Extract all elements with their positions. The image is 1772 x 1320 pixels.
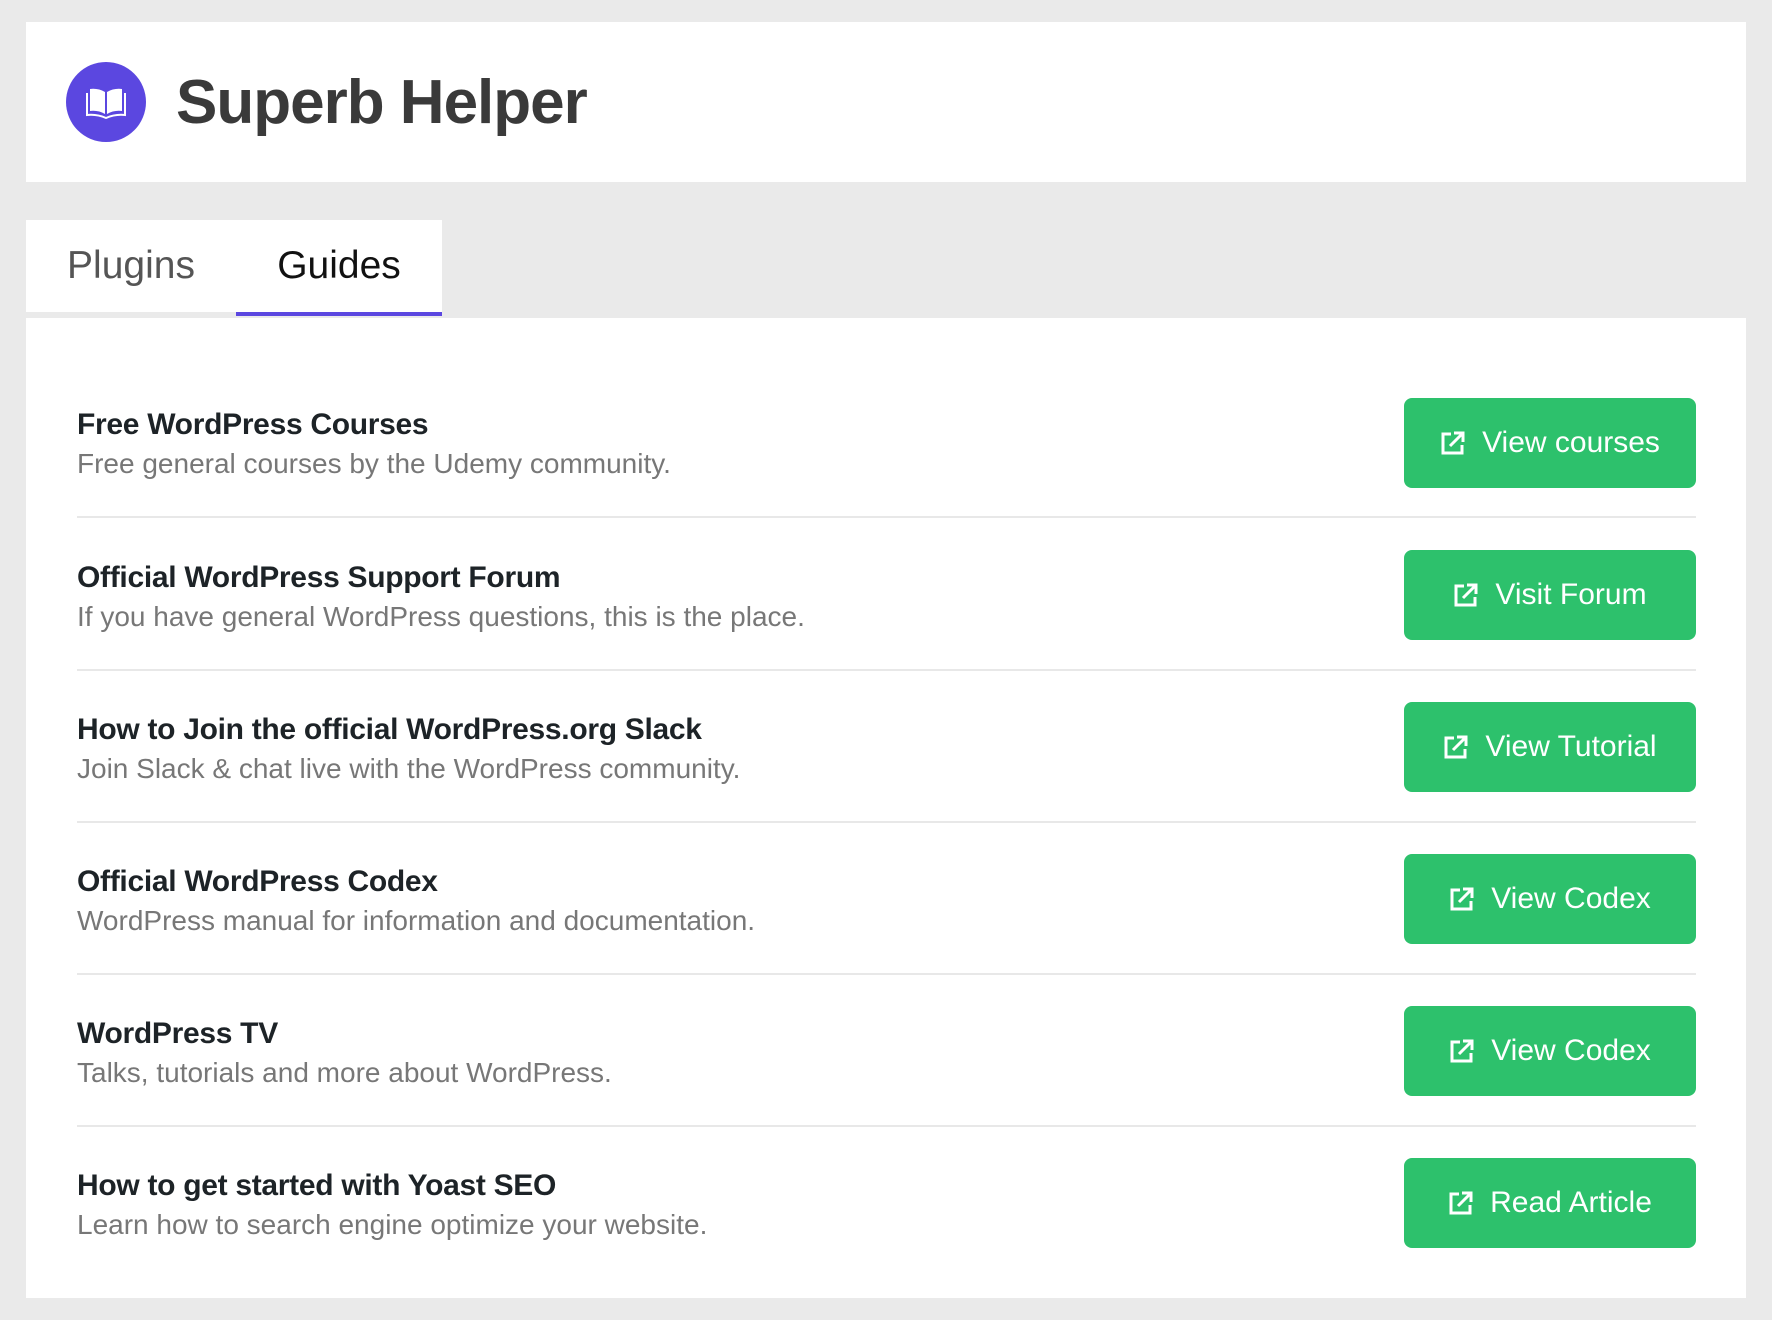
tab-bar: Plugins Guides bbox=[26, 220, 442, 316]
divider bbox=[77, 516, 1696, 518]
app-logo bbox=[66, 62, 146, 142]
button-label: View Tutorial bbox=[1485, 730, 1657, 763]
button-label: Read Article bbox=[1490, 1186, 1652, 1219]
external-link-icon bbox=[1441, 431, 1465, 455]
external-link-icon bbox=[1450, 887, 1474, 911]
list-item: Official WordPress Support Forum If you … bbox=[77, 519, 1696, 671]
guide-description: Join Slack & chat live with the WordPres… bbox=[77, 753, 741, 784]
guide-title: Official WordPress Support Forum bbox=[77, 561, 561, 594]
guide-description: Talks, tutorials and more about WordPres… bbox=[77, 1057, 612, 1088]
guide-title: How to Join the official WordPress.org S… bbox=[77, 713, 702, 746]
external-link-icon bbox=[1449, 1191, 1473, 1215]
app-title: Superb Helper bbox=[176, 68, 588, 137]
guide-description: Free general courses by the Udemy commun… bbox=[77, 448, 671, 479]
list-item: How to get started with Yoast SEO Learn … bbox=[77, 1127, 1696, 1279]
button-label: View Codex bbox=[1491, 882, 1651, 915]
guide-title: Free WordPress Courses bbox=[77, 408, 429, 441]
open-book-icon bbox=[86, 88, 126, 119]
view-codex-tv-button[interactable]: View Codex bbox=[1404, 1006, 1696, 1096]
guide-title: Official WordPress Codex bbox=[77, 865, 438, 898]
button-label: View Codex bbox=[1491, 1034, 1651, 1067]
guide-description: Learn how to search engine optimize your… bbox=[77, 1209, 708, 1240]
external-link-icon bbox=[1450, 1039, 1474, 1063]
list-item: WordPress TV Talks, tutorials and more a… bbox=[77, 975, 1696, 1127]
button-label: View courses bbox=[1482, 426, 1660, 459]
app-header: Superb Helper bbox=[26, 22, 1746, 182]
external-link-icon bbox=[1444, 735, 1468, 759]
guide-description: WordPress manual for information and doc… bbox=[77, 905, 756, 936]
list-item: Free WordPress Courses Free general cour… bbox=[77, 366, 1696, 518]
view-codex-button[interactable]: View Codex bbox=[1404, 854, 1696, 944]
tab-guides[interactable]: Guides bbox=[236, 220, 442, 316]
guides-panel: Free WordPress Courses Free general cour… bbox=[26, 318, 1746, 1298]
button-label: Visit Forum bbox=[1495, 578, 1647, 611]
view-tutorial-button[interactable]: View Tutorial bbox=[1404, 702, 1696, 792]
read-article-button[interactable]: Read Article bbox=[1404, 1158, 1696, 1248]
guide-title: How to get started with Yoast SEO bbox=[77, 1169, 557, 1202]
visit-forum-button[interactable]: Visit Forum bbox=[1404, 550, 1696, 640]
list-item: How to Join the official WordPress.org S… bbox=[77, 671, 1696, 823]
guide-description: If you have general WordPress questions,… bbox=[77, 601, 805, 632]
list-item: Official WordPress Codex WordPress manua… bbox=[77, 823, 1696, 975]
guide-title: WordPress TV bbox=[77, 1017, 278, 1050]
tab-plugins[interactable]: Plugins bbox=[26, 220, 236, 312]
view-courses-button[interactable]: View courses bbox=[1404, 398, 1696, 488]
external-link-icon bbox=[1454, 583, 1478, 607]
